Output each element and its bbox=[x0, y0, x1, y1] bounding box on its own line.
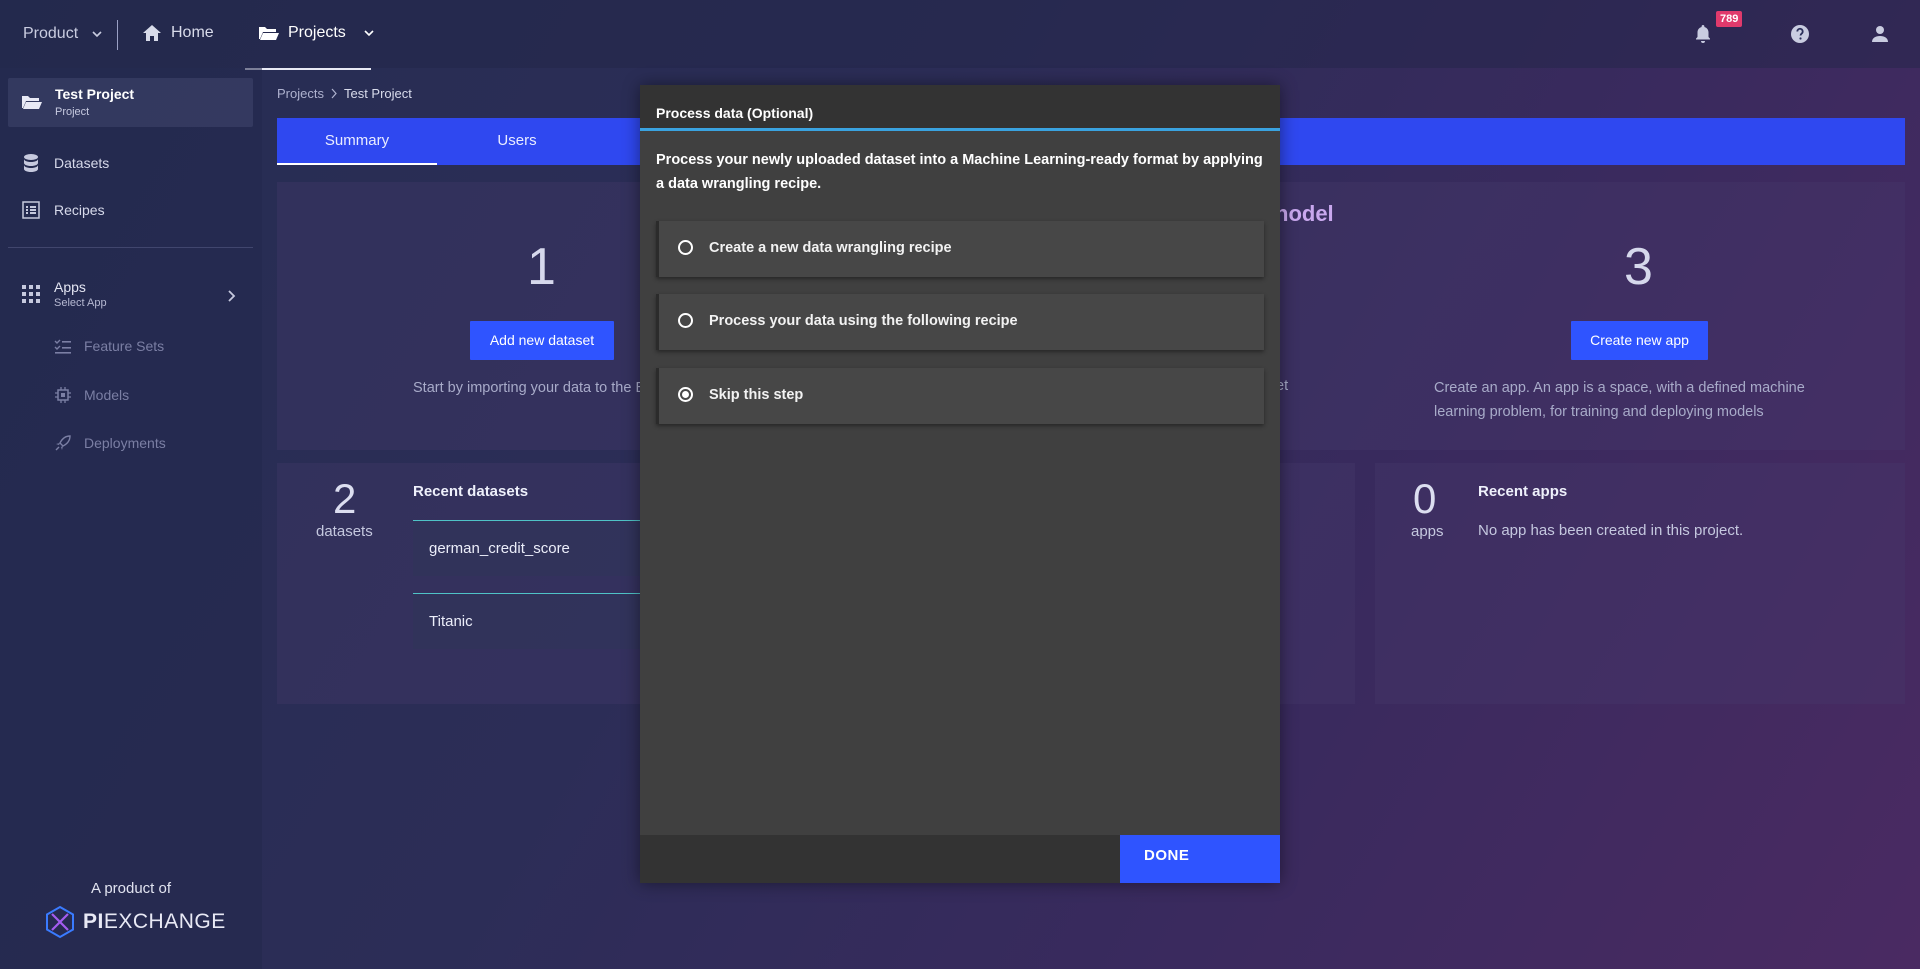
nav-home-label: Home bbox=[171, 24, 214, 41]
dialog-header: Process data (Optional) bbox=[640, 85, 1280, 131]
recent-datasets-title: Recent datasets bbox=[413, 483, 529, 500]
apps-count: 0 bbox=[1413, 475, 1437, 522]
sidebar-item-feature-sets[interactable]: Feature Sets bbox=[54, 338, 164, 354]
bell-icon[interactable] bbox=[1694, 24, 1712, 44]
sidebar: Test Project Project Datasets Recipes Ap… bbox=[0, 68, 262, 969]
dialog-title: Process data (Optional) bbox=[656, 105, 814, 121]
radio-button[interactable] bbox=[678, 240, 693, 255]
sidebar-item-apps[interactable]: Apps Select App bbox=[22, 279, 244, 309]
radio-button-selected[interactable] bbox=[678, 387, 693, 402]
recent-apps-title: Recent apps bbox=[1478, 483, 1568, 500]
apps-count-label: apps bbox=[1411, 523, 1444, 540]
user-icon[interactable] bbox=[1871, 24, 1889, 44]
rocket-icon bbox=[55, 435, 71, 451]
add-new-dataset-button[interactable]: Add new dataset bbox=[470, 321, 614, 360]
project-subtitle: Project bbox=[55, 106, 90, 118]
no-apps-message: No app has been created in this project. bbox=[1478, 522, 1744, 539]
process-data-dialog: Process data (Optional) Process your new… bbox=[640, 85, 1280, 883]
dialog-description: Process your newly uploaded dataset into… bbox=[656, 152, 1263, 192]
sidebar-item-deployments[interactable]: Deployments bbox=[54, 434, 166, 452]
piexchange-logo: PIEXCHANGE bbox=[43, 905, 226, 939]
project-title: Test Project bbox=[55, 86, 135, 102]
create-new-app-button[interactable]: Create new app bbox=[1571, 321, 1708, 360]
dataset-row[interactable]: german_credit_score bbox=[413, 520, 643, 576]
step1-description: Start by importing your data to the En bbox=[413, 380, 654, 396]
database-icon bbox=[24, 154, 38, 172]
datasets-count: 2 bbox=[333, 475, 357, 522]
grid-icon bbox=[22, 285, 40, 303]
option-label: Skip this step bbox=[709, 387, 804, 403]
sidebar-subitem-label: Feature Sets bbox=[84, 338, 165, 354]
option-skip-step[interactable]: Skip this step bbox=[656, 368, 1264, 424]
dataset-name: Titanic bbox=[429, 613, 473, 630]
top-navigation-bar: Product Home Projects 789 bbox=[0, 0, 1920, 70]
option-create-recipe[interactable]: Create a new data wrangling recipe bbox=[656, 221, 1264, 277]
chip-icon bbox=[55, 387, 71, 403]
radio-button[interactable] bbox=[678, 313, 693, 328]
sidebar-divider bbox=[8, 247, 253, 248]
option-label: Create a new data wrangling recipe bbox=[709, 240, 952, 256]
tab-summary[interactable]: Summary bbox=[277, 118, 437, 165]
breadcrumb-projects[interactable]: Projects bbox=[277, 86, 324, 101]
step2-title-fragment: nodel bbox=[1275, 201, 1334, 226]
step1-number: 1 bbox=[527, 238, 556, 296]
list-icon bbox=[22, 201, 40, 219]
sidebar-subitem-label: Models bbox=[84, 387, 130, 403]
datasets-count-label: datasets bbox=[316, 523, 373, 540]
sidebar-item-datasets[interactable]: Datasets bbox=[22, 153, 109, 173]
breadcrumb-current: Test Project bbox=[343, 86, 412, 101]
nav-divider bbox=[117, 20, 118, 50]
done-button[interactable]: DONE bbox=[1120, 835, 1280, 883]
apps-text: Apps Select App bbox=[54, 279, 107, 309]
apps-title: Apps bbox=[54, 279, 86, 295]
folder-open-icon bbox=[22, 96, 42, 109]
notification-badge: 789 bbox=[1716, 11, 1743, 27]
sidebar-item-label: Datasets bbox=[54, 155, 110, 171]
help-icon[interactable] bbox=[1790, 24, 1810, 44]
chevron-down-icon[interactable] bbox=[91, 29, 103, 39]
chevron-right-icon bbox=[331, 88, 337, 99]
chevron-right-icon[interactable] bbox=[227, 289, 237, 303]
nav-home-link[interactable]: Home bbox=[142, 24, 214, 42]
dataset-row[interactable]: Titanic bbox=[413, 593, 643, 649]
breadcrumb: Projects Test Project bbox=[277, 86, 412, 101]
logo-wordmark-exchange: EXCHANGE bbox=[103, 910, 226, 933]
chevron-down-icon[interactable] bbox=[363, 28, 375, 38]
nav-projects-tab[interactable]: Projects bbox=[245, 0, 374, 70]
sidebar-item-label: Recipes bbox=[54, 202, 105, 218]
dataset-name: german_credit_score bbox=[429, 540, 570, 557]
option-label: Process your data using the following re… bbox=[709, 313, 1018, 329]
nav-projects-label: Projects bbox=[288, 24, 346, 41]
logo-wordmark: PIEXCHANGE bbox=[83, 910, 226, 934]
option-use-recipe[interactable]: Process your data using the following re… bbox=[656, 294, 1264, 350]
checklist-icon bbox=[54, 339, 71, 354]
done-button-label: DONE bbox=[1144, 847, 1190, 864]
footer-text: A product of bbox=[90, 880, 172, 897]
apps-panel bbox=[1375, 463, 1905, 704]
sidebar-item-recipes[interactable]: Recipes bbox=[22, 201, 105, 219]
step3-description: Create an app. An app is a space, with a… bbox=[1434, 380, 1805, 420]
current-project-card[interactable]: Test Project Project bbox=[8, 78, 253, 127]
product-menu[interactable]: Product bbox=[23, 25, 78, 43]
sidebar-item-models[interactable]: Models bbox=[54, 386, 129, 404]
home-icon bbox=[143, 25, 161, 41]
sidebar-subitem-label: Deployments bbox=[84, 435, 166, 451]
step3-number: 3 bbox=[1624, 238, 1653, 296]
apps-subtitle: Select App bbox=[54, 297, 107, 309]
folder-open-icon bbox=[259, 27, 279, 40]
tab-users[interactable]: Users bbox=[437, 118, 597, 165]
logo-wordmark-pi: PI bbox=[83, 910, 104, 933]
piexchange-logo-mark-icon bbox=[46, 905, 74, 939]
